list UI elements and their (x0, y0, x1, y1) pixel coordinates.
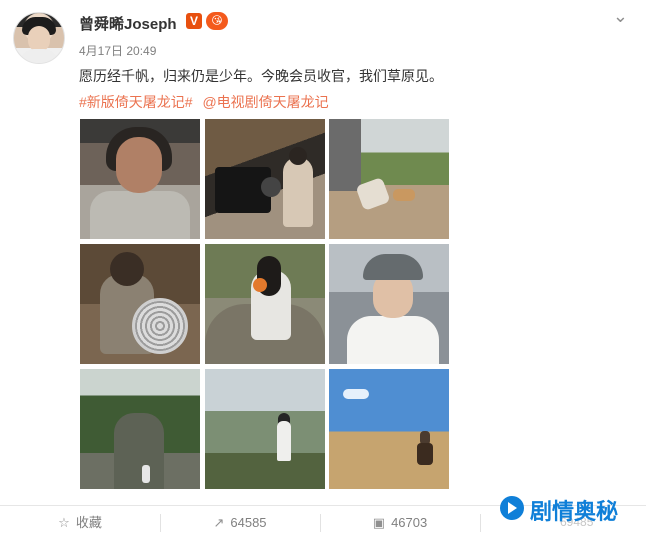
watermark: 剧情奥秘 (500, 492, 640, 528)
photo-6[interactable] (329, 244, 449, 364)
photo-9[interactable] (329, 369, 449, 489)
comment-button[interactable]: ▣ 46703 (320, 506, 480, 540)
chevron-down-icon[interactable]: ⌄ (613, 6, 628, 27)
verified-badge-icon: V (186, 13, 202, 29)
fan-shape (132, 298, 188, 354)
repost-button[interactable]: ↗ 64585 (160, 506, 320, 540)
comment-count: 46703 (391, 515, 428, 530)
avatar[interactable] (13, 12, 65, 64)
topic-link[interactable]: #新版倚天屠龙记# (79, 94, 193, 110)
head-shape (110, 252, 144, 286)
photo-grid (80, 119, 450, 489)
person-shape (142, 465, 150, 483)
photo-5[interactable] (205, 244, 325, 364)
fruit-shape (253, 278, 267, 292)
favorite-label: 收藏 (75, 515, 102, 530)
face-shape (116, 137, 162, 193)
photo-1[interactable] (80, 119, 200, 239)
cap-shape (363, 254, 423, 280)
action-separator (480, 514, 481, 532)
avatar-collar (20, 49, 58, 63)
head-shape (289, 147, 307, 165)
wall-shape (329, 119, 361, 191)
cliff-shape (114, 413, 164, 489)
photo-3[interactable] (329, 119, 449, 239)
person-shape (283, 157, 313, 227)
play-logo-icon (500, 496, 524, 520)
camera-lens-shape (261, 177, 281, 197)
weibo-post-card: 曾舜晞Joseph V 😘 ⌄ 4月17日 20:49 愿历经千帆，归来仍是少年… (0, 0, 646, 540)
vip-badge-icon: 😘 (206, 12, 228, 30)
repost-count: 64585 (230, 515, 267, 530)
cloud-shape (343, 389, 369, 399)
jacket-shape (347, 316, 439, 364)
photo-4[interactable] (80, 244, 200, 364)
photo-2[interactable] (205, 119, 325, 239)
post-time[interactable]: 4月17日 20:49 (79, 42, 156, 59)
scarf-shape (90, 191, 190, 239)
share-icon: ↗ (213, 515, 225, 530)
post-text: 愿历经千帆，归来仍是少年。今晚会员收官，我们草原见。 (79, 68, 443, 84)
person-shape (277, 421, 291, 461)
topic-links: #新版倚天屠龙记# @电视剧倚天屠龙记 (79, 92, 335, 112)
username[interactable]: 曾舜晞Joseph (79, 13, 177, 34)
photo-8[interactable] (205, 369, 325, 489)
watermark-text: 剧情奥秘 (530, 499, 619, 524)
dog-shape (393, 189, 415, 201)
mention-link[interactable]: @电视剧倚天屠龙记 (202, 94, 328, 110)
favorite-button[interactable]: ☆ 收藏 (0, 506, 160, 540)
star-icon: ☆ (58, 515, 70, 530)
horse-shape (417, 443, 433, 465)
comment-icon: ▣ (372, 515, 386, 530)
photo-7[interactable] (80, 369, 200, 489)
